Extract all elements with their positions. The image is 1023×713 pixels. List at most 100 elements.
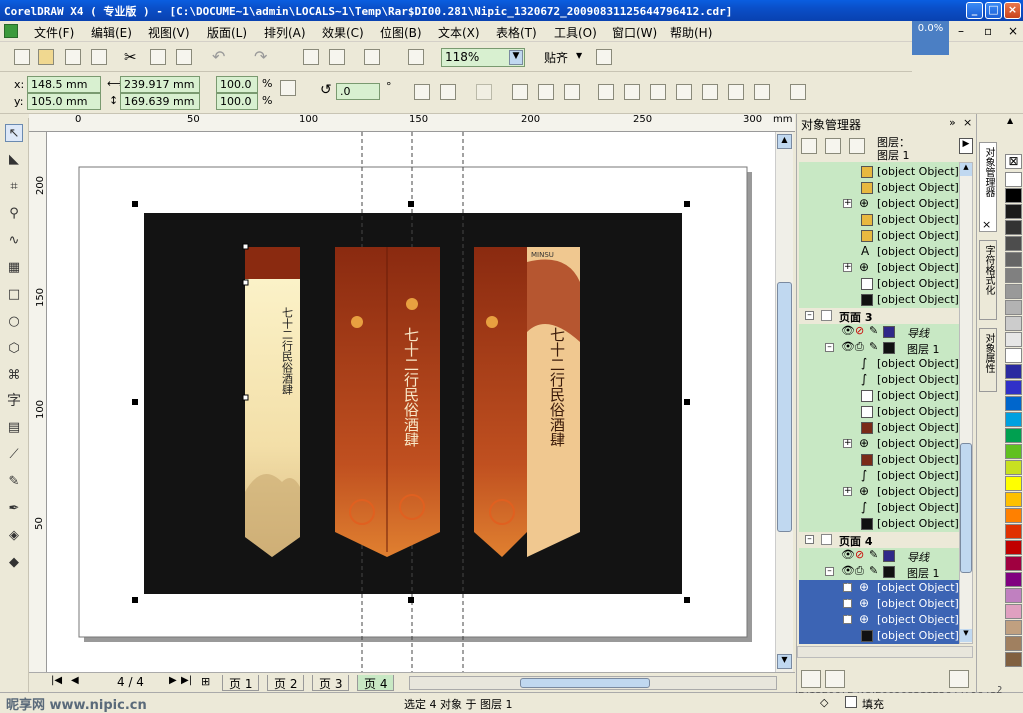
maximize-button[interactable]: □ <box>985 2 1002 19</box>
text-tool-icon[interactable]: 字 <box>5 392 23 410</box>
scale-x-field[interactable]: 100.0 <box>216 76 258 93</box>
intersect-icon[interactable] <box>650 84 666 100</box>
prev-page-icon[interactable]: ◀ <box>71 675 79 686</box>
palette-swatch[interactable] <box>1005 636 1022 651</box>
palette-swatch[interactable] <box>1005 572 1022 587</box>
printer-icon[interactable]: ⎙ <box>855 564 864 578</box>
no-fill-swatch-icon[interactable]: ⊠ <box>1005 154 1022 169</box>
eye-icon[interactable]: 👁 <box>841 340 855 353</box>
palette-swatch[interactable] <box>1005 620 1022 635</box>
export-icon[interactable] <box>329 49 345 65</box>
crop-tool-icon[interactable]: ⌗ <box>5 178 23 196</box>
close-tab-icon[interactable]: × <box>982 218 991 231</box>
new-master-layer-icon[interactable] <box>825 670 845 688</box>
palette-swatch[interactable] <box>1005 412 1022 427</box>
tree-row[interactable]: [object Object] <box>799 452 959 468</box>
expand-toggle[interactable]: + <box>843 263 852 272</box>
save-icon[interactable] <box>65 49 81 65</box>
expand-toggle[interactable]: + <box>843 439 852 448</box>
wrap-text-icon[interactable] <box>476 84 492 100</box>
new-icon[interactable] <box>14 49 30 65</box>
ungroup-all-icon[interactable] <box>564 84 580 100</box>
banner-1[interactable]: 七十二行民俗酒肆 <box>245 247 300 557</box>
tree-horizontal-scrollbar[interactable] <box>797 646 973 658</box>
lock-ratio-icon[interactable] <box>280 80 296 96</box>
print-icon[interactable] <box>91 49 107 65</box>
smart-fill-icon[interactable]: ▦ <box>5 259 23 277</box>
redo-icon[interactable]: ↷ <box>254 47 267 66</box>
palette-swatch[interactable] <box>1005 204 1022 219</box>
layer-row[interactable]: – 👁 ⎙ ✎ 图层 1 <box>799 340 959 356</box>
docker-menu-arrow-icon[interactable]: ▶ <box>959 138 973 154</box>
scroll-up-arrow-icon[interactable]: ▲ <box>960 163 972 176</box>
edit-across-layers-icon[interactable] <box>825 138 841 154</box>
polygon-tool-icon[interactable]: ⬡ <box>5 340 23 358</box>
simplify-icon[interactable] <box>676 84 692 100</box>
tab-character-formatting[interactable]: 字符格式化 <box>979 240 997 320</box>
tab-page-2[interactable]: 页 2 <box>267 675 305 691</box>
tree-row[interactable]: + ⊕ [object Object] <box>799 260 959 276</box>
lock-icon[interactable]: ✎ <box>869 564 878 577</box>
palette-swatch[interactable] <box>1005 556 1022 571</box>
fill-tool-icon[interactable]: ◈ <box>5 527 23 545</box>
palette-swatch[interactable] <box>1005 316 1022 331</box>
palette-swatch[interactable] <box>1005 396 1022 411</box>
palette-swatch[interactable] <box>1005 236 1022 251</box>
palette-swatch[interactable] <box>1005 492 1022 507</box>
tree-scrollbar[interactable]: ▲ ▼ <box>959 162 973 644</box>
horizontal-scrollbar[interactable] <box>409 676 777 690</box>
align-distribute-icon[interactable] <box>790 84 806 100</box>
width-field[interactable]: 239.917 mm <box>120 76 200 93</box>
tree-row[interactable]: A [object Object] <box>799 244 959 260</box>
palette-swatch[interactable] <box>1005 476 1022 491</box>
chevron-down-icon[interactable]: ▼ <box>576 51 582 60</box>
tree-row[interactable]: [object Object] <box>799 420 959 436</box>
expand-toggle[interactable]: + <box>843 199 852 208</box>
zoom-tool-icon[interactable]: ⚲ <box>5 205 23 223</box>
scale-y-field[interactable]: 100.0 <box>216 93 258 110</box>
add-page-icon[interactable]: ⊞ <box>201 675 210 688</box>
copy-icon[interactable] <box>150 49 166 65</box>
menu-effects[interactable]: 效果(C) <box>322 24 364 41</box>
options-icon[interactable] <box>596 49 612 65</box>
tree-row[interactable]: [object Object] <box>799 388 959 404</box>
expand-toggle[interactable]: + <box>843 615 852 624</box>
chevron-down-icon[interactable]: ▼ <box>509 50 523 65</box>
tree-row[interactable]: ∫ [object Object] <box>799 372 959 388</box>
tree-row[interactable]: + ⊕ [object Object] <box>799 612 959 628</box>
scroll-up-arrow-icon[interactable]: ▲ <box>777 134 792 149</box>
eye-icon[interactable]: 👁 <box>841 564 855 577</box>
tree-row[interactable]: ∫ [object Object] <box>799 356 959 372</box>
mirror-vertical-icon[interactable] <box>440 84 456 100</box>
doc-close-button[interactable]: × <box>1008 24 1018 38</box>
palette-swatch[interactable] <box>1005 220 1022 235</box>
show-properties-icon[interactable] <box>801 138 817 154</box>
tree-row[interactable]: [object Object] <box>799 164 959 180</box>
layer-manager-view-icon[interactable] <box>849 138 865 154</box>
open-icon[interactable] <box>38 49 54 65</box>
menu-window[interactable]: 窗口(W) <box>612 24 657 41</box>
cut-icon[interactable]: ✂ <box>124 48 137 66</box>
tree-row[interactable]: [object Object] <box>799 228 959 244</box>
height-field[interactable]: 169.639 mm <box>120 93 200 110</box>
menu-file[interactable]: 文件(F) <box>34 24 74 41</box>
tree-row[interactable]: [object Object] <box>799 628 959 644</box>
collapse-toggle[interactable]: – <box>825 567 834 576</box>
close-button[interactable]: × <box>1004 2 1021 19</box>
snap-to-menu[interactable]: 贴齐 <box>544 49 568 66</box>
welcome-screen-icon[interactable] <box>408 49 424 65</box>
eye-icon[interactable]: 👁 <box>841 548 855 561</box>
tree-row[interactable]: + ⊕ [object Object] <box>799 596 959 612</box>
printer-icon[interactable]: ⎙ <box>855 340 864 354</box>
menu-help[interactable]: 帮助(H) <box>670 24 712 41</box>
doc-restore-button[interactable]: ▫ <box>984 24 992 38</box>
expand-toggle[interactable]: + <box>843 583 852 592</box>
node-handle[interactable] <box>242 279 249 286</box>
palette-swatch[interactable] <box>1005 172 1022 187</box>
mirror-horizontal-icon[interactable] <box>414 84 430 100</box>
menu-text[interactable]: 文本(X) <box>438 24 480 41</box>
tree-row[interactable]: + ⊕ [object Object] <box>799 196 959 212</box>
back-minus-front-icon[interactable] <box>728 84 744 100</box>
next-page-icon[interactable]: ▶ <box>169 675 177 686</box>
expand-toggle[interactable]: + <box>843 599 852 608</box>
